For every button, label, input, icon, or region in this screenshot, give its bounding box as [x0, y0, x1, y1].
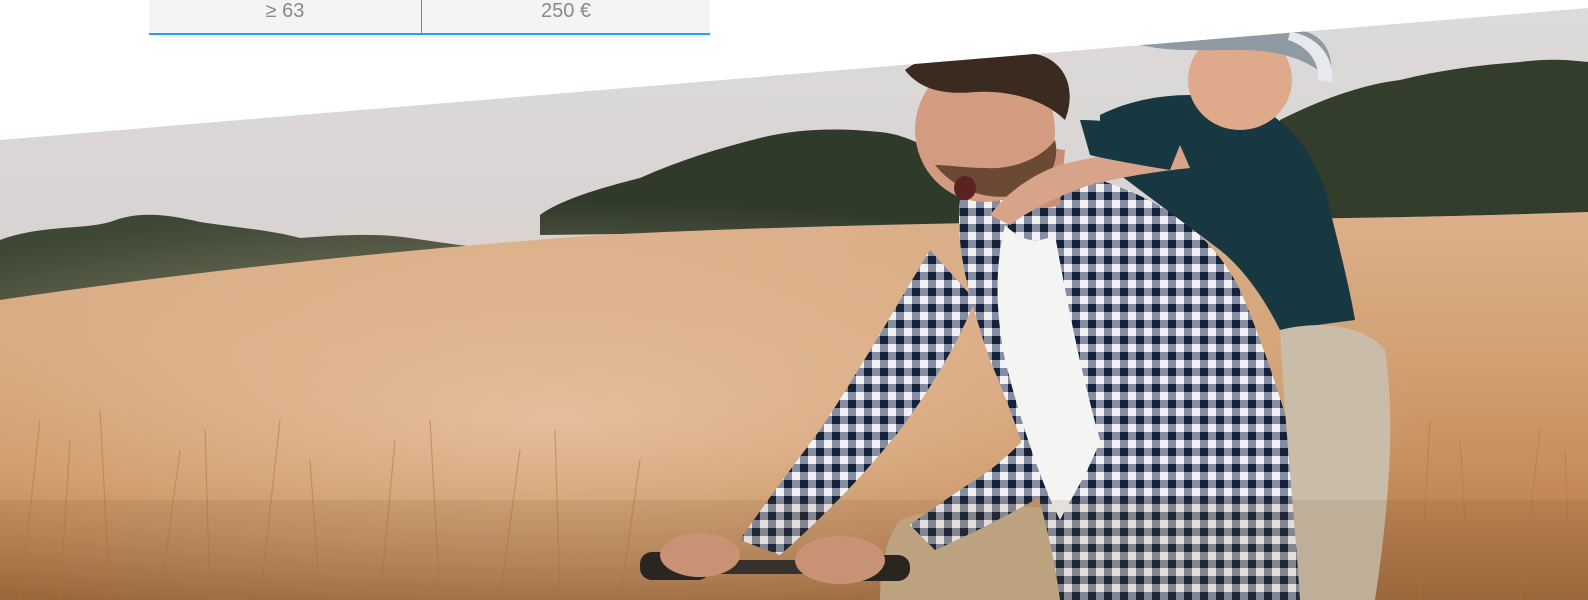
pricing-table-last-row: ≥ 63 250 € [149, 0, 710, 35]
page: ≥ 63 250 € [0, 0, 1588, 600]
table-cell-price: 250 € [540, 0, 592, 22]
table-cell-age: ≥ 63 [149, 0, 422, 33]
hero-image [0, 8, 1588, 600]
father-and-son-biking-in-field-photo [0, 8, 1588, 600]
